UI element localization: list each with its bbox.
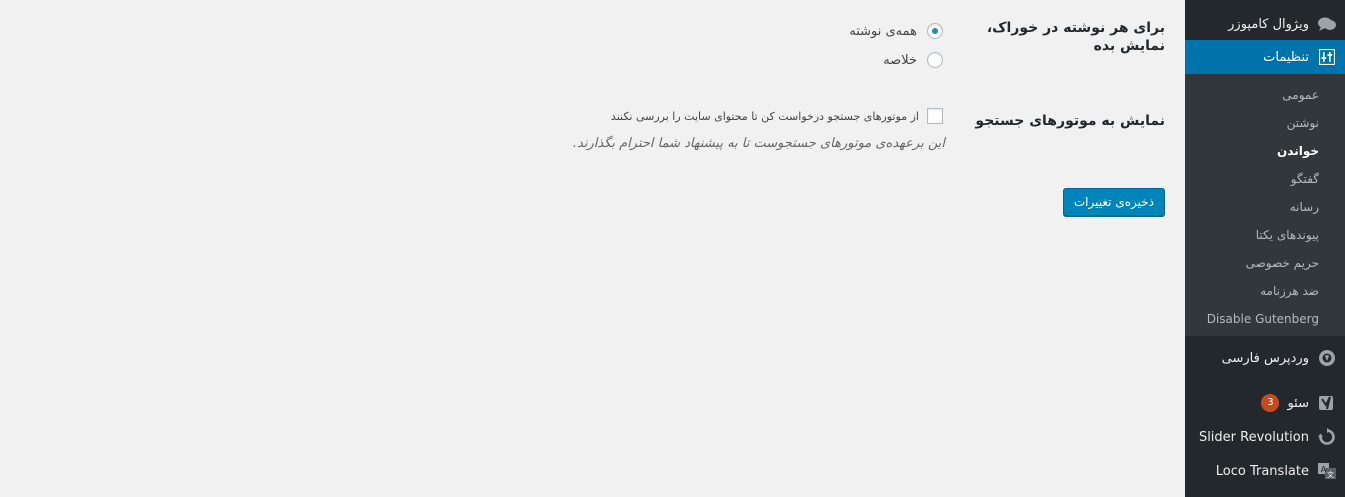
discourage-search-checkbox[interactable]	[927, 108, 943, 124]
radio-full-text[interactable]	[927, 23, 943, 39]
admin-sidebar: ویژوال کامپوزر تنظیمات عمومی نوشتن خواند…	[1177, 0, 1345, 497]
reading-settings-form: برای هر نوشته در خوراک، نمایش بده همه‌ی …	[0, 0, 1185, 497]
yoast-icon	[1317, 393, 1337, 413]
menu-wp-farsi[interactable]: وردپرس فارسی	[1185, 341, 1345, 375]
menu-loco-translate[interactable]: A 文 Loco Translate	[1185, 454, 1345, 488]
submenu-reading[interactable]: خواندن	[1185, 137, 1345, 165]
discourage-search-engines-option[interactable]: از موتورهای جستجو درخواست کن تا محتوای س…	[611, 108, 943, 124]
seo-notification-badge: 3	[1261, 394, 1280, 412]
feed-option-summary[interactable]: خلاصه	[883, 52, 943, 68]
menu-slider-revolution[interactable]: Slider Revolution	[1185, 420, 1345, 454]
search-visibility-label: نمایش به موتورهای جستجو	[975, 113, 1165, 129]
submenu-antispam[interactable]: ضد هرزنامه	[1185, 277, 1345, 305]
menu-label: Slider Revolution	[1198, 429, 1309, 445]
radio-label: همه‌ی نوشته	[849, 23, 917, 39]
submenu-discussion[interactable]: گفتگو	[1185, 165, 1345, 193]
menu-visual-composer[interactable]: ویژوال کامپوزر	[1185, 7, 1345, 41]
wordpress-farsi-icon	[1317, 348, 1337, 368]
search-visibility-description: این برعهده‌ی موتورهای جستجوست تا به پیشن…	[572, 136, 945, 151]
menu-label: وردپرس فارسی	[1221, 350, 1309, 366]
save-changes-button[interactable]: ذخیره‌ی تغییرات	[1062, 188, 1165, 216]
radio-label: خلاصه	[883, 52, 917, 68]
translate-icon: A 文	[1317, 461, 1337, 481]
refresh-icon	[1317, 427, 1337, 447]
menu-seo[interactable]: سئو 3	[1185, 386, 1345, 420]
menu-label: Loco Translate	[1215, 463, 1309, 479]
svg-text:A: A	[1321, 465, 1327, 474]
submenu-disable-gutenberg[interactable]: Disable Gutenberg	[1185, 305, 1345, 333]
submenu-media[interactable]: رسانه	[1185, 193, 1345, 221]
submenu-general[interactable]: عمومی	[1185, 81, 1345, 109]
submenu-permalinks[interactable]: پیوندهای یکتا	[1185, 221, 1345, 249]
svg-text:文: 文	[1327, 470, 1334, 479]
feed-display-label: برای هر نوشته در خوراک، نمایش بده	[986, 20, 1165, 54]
feed-option-full-text[interactable]: همه‌ی نوشته	[849, 23, 943, 39]
submenu-writing[interactable]: نوشتن	[1185, 109, 1345, 137]
submenu-privacy[interactable]: حریم خصوصی	[1185, 249, 1345, 277]
radio-summary[interactable]	[927, 52, 943, 68]
chat-bubbles-icon	[1317, 14, 1337, 34]
menu-label: ویژوال کامپوزر	[1228, 16, 1309, 32]
sliders-icon	[1317, 47, 1337, 67]
menu-label: سئو	[1287, 395, 1309, 411]
menu-label: تنظیمات	[1263, 49, 1309, 65]
settings-submenu: عمومی نوشتن خواندن گفتگو رسانه پیوندهای …	[1185, 74, 1345, 336]
menu-settings[interactable]: تنظیمات	[1177, 40, 1345, 74]
checkbox-label: از موتورهای جستجو درخواست کن تا محتوای س…	[610, 109, 919, 123]
